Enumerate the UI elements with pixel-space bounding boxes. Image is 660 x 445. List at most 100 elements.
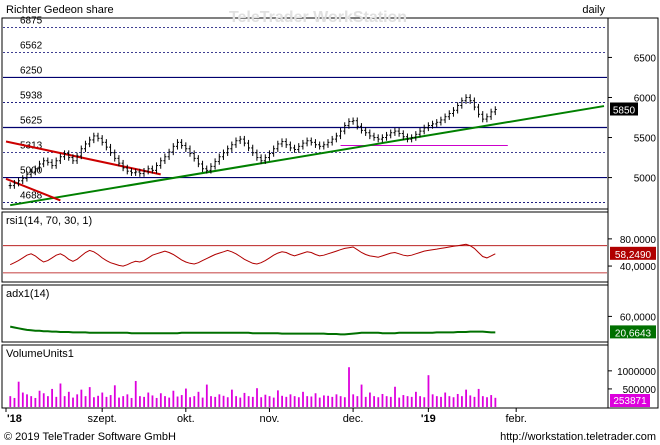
- volume-bar-67: [289, 394, 292, 407]
- x-tick-label-3: nov.: [259, 413, 279, 425]
- volume-bar-60: [260, 397, 263, 407]
- adx-axis-label-0: 60,0000: [620, 312, 657, 323]
- volume-bar-33: [147, 392, 150, 407]
- volume-bar-32: [143, 396, 145, 407]
- volume-axis-label-0: 1000000: [617, 367, 656, 378]
- last-price-label: 5850: [613, 105, 636, 116]
- volume-bar-102: [435, 396, 438, 407]
- volume-bar-50: [218, 394, 221, 407]
- volume-bar-43: [189, 397, 191, 407]
- adx-last-label: 20,6643: [615, 328, 652, 339]
- source-url: http://workstation.teletrader.com: [500, 431, 656, 443]
- volume-bar-98: [419, 396, 421, 407]
- price-axis-label-6500: 6500: [634, 53, 657, 64]
- volume-bar-82: [352, 394, 355, 407]
- volume-last-label: 253871: [613, 396, 647, 407]
- level-label-5625: 5625: [20, 116, 43, 127]
- volume-bar-109: [465, 389, 467, 407]
- rsi-series: 80,0000 40,000058,2490: [3, 235, 656, 274]
- volume-bar-79: [339, 396, 342, 407]
- volume-bar-74: [318, 397, 321, 407]
- volume-bar-2: [17, 381, 20, 407]
- volume-bar-78: [335, 394, 338, 407]
- volume-bar-114: [486, 397, 488, 407]
- volume-bar-115: [490, 395, 493, 407]
- x-tick-label-2: okt.: [177, 413, 195, 425]
- volume-bar-44: [193, 396, 196, 407]
- price-panel-frame: [1, 17, 609, 210]
- volume-bar-83: [356, 396, 359, 407]
- volume-bar-17: [80, 389, 83, 407]
- volume-bar-66: [285, 396, 288, 407]
- volume-bar-70: [302, 391, 304, 407]
- volume-bars: 1000000500000253871: [9, 367, 656, 407]
- volume-bar-57: [247, 396, 250, 407]
- volume-bar-62: [268, 396, 271, 407]
- volume-bar-72: [310, 396, 313, 407]
- volume-bar-37: [164, 396, 166, 407]
- volume-bar-106: [452, 397, 455, 407]
- price-axis-label-5000: 5000: [634, 174, 657, 185]
- x-tick-label-6: febr.: [505, 413, 526, 425]
- x-tick-label-0: '18: [7, 413, 22, 425]
- volume-bar-75: [323, 395, 325, 407]
- volume-bar-90: [385, 396, 388, 407]
- right-axis-frame: [607, 17, 659, 409]
- volume-bar-39: [172, 390, 175, 407]
- volume-bar-29: [130, 397, 133, 407]
- volume-bar-69: [297, 397, 300, 407]
- volume-bar-71: [306, 396, 309, 407]
- volume-bar-56: [243, 392, 246, 407]
- volume-bar-0: [9, 396, 12, 407]
- volume-bar-7: [38, 390, 41, 407]
- volume-bar-47: [205, 384, 208, 407]
- x-tick-label-5: '19: [421, 413, 436, 425]
- volume-bar-100: [427, 375, 430, 407]
- volume-bar-103: [440, 396, 442, 407]
- rsi-line: [9, 243, 496, 267]
- volume-bar-24: [109, 395, 112, 407]
- volume-bar-22: [101, 392, 104, 407]
- rsi-title: rsi1(14, 70, 30, 1): [6, 215, 92, 227]
- level-label-5938: 5938: [20, 90, 43, 101]
- volume-bar-27: [122, 396, 125, 407]
- volume-bar-46: [201, 397, 204, 407]
- volume-bar-49: [214, 396, 217, 407]
- volume-bar-81: [348, 367, 350, 407]
- volume-bar-99: [423, 397, 426, 407]
- volume-bar-10: [51, 388, 53, 407]
- price-series: [8, 94, 497, 189]
- volume-bar-77: [331, 396, 334, 407]
- volume-bar-59: [256, 388, 258, 407]
- level-label-6562: 6562: [20, 40, 43, 51]
- volume-bar-1: [13, 397, 16, 407]
- volume-bar-13: [63, 396, 66, 407]
- chart-canvas: TeleTrader WorkStation Richter Gedeon sh…: [1, 4, 659, 443]
- volume-bar-68: [293, 396, 296, 407]
- volume-bar-5: [30, 396, 33, 407]
- volume-bar-87: [373, 396, 375, 407]
- volume-bar-45: [197, 391, 200, 407]
- volume-bar-41: [180, 395, 183, 407]
- adx-series: 60,0000 20,6643: [9, 312, 657, 339]
- volume-bar-84: [360, 384, 363, 407]
- period-label: daily: [582, 4, 605, 16]
- volume-bar-23: [105, 396, 108, 407]
- volume-bar-53: [231, 389, 233, 407]
- volume-bar-14: [67, 391, 70, 407]
- volume-bar-34: [151, 395, 154, 407]
- volume-bar-18: [84, 396, 87, 407]
- volume-bar-96: [410, 396, 413, 407]
- volume-bar-64: [277, 390, 279, 407]
- watermark: TeleTrader WorkStation: [229, 9, 407, 26]
- volume-bar-76: [327, 395, 329, 407]
- rsi-last-label: 58,2490: [615, 250, 652, 261]
- volume-bar-113: [481, 396, 484, 407]
- x-axis: '18 szept. okt. nov. dec. '19 febr.: [5, 408, 527, 425]
- price-horizontal-levels: 68756562625059385625531350004688: [3, 15, 607, 203]
- volume-bar-19: [88, 387, 91, 407]
- volume-bar-36: [159, 393, 162, 407]
- volume-bar-58: [251, 396, 254, 407]
- volume-bar-15: [72, 397, 74, 407]
- volume-bar-30: [134, 380, 137, 407]
